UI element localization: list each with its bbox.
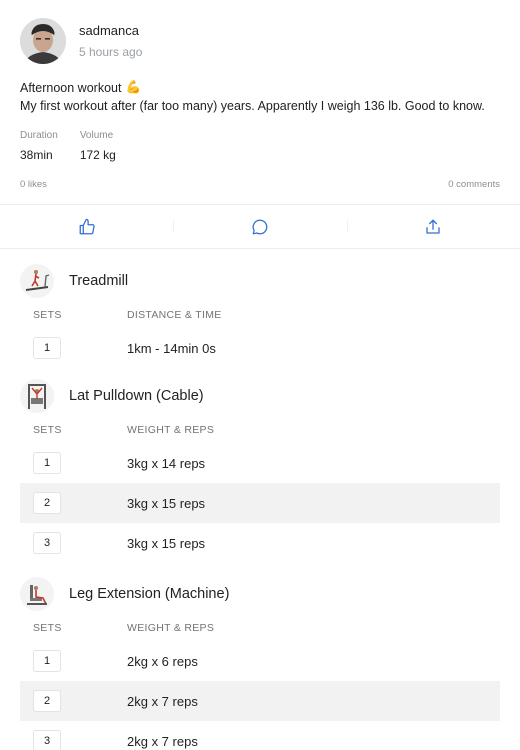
set-number: 2 (33, 492, 61, 514)
set-number: 2 (33, 690, 61, 712)
like-button[interactable] (0, 218, 173, 236)
stat-value: 38min (20, 148, 53, 162)
exercise-card: Treadmill SETS DISTANCE & TIME 1 1km - 1… (0, 262, 520, 368)
set-columns: SETS WEIGHT & REPS (20, 424, 500, 438)
post-actions (0, 205, 520, 249)
user-avatar-icon (20, 18, 66, 64)
stat-value: 172 kg (79, 148, 116, 162)
stat-duration: Duration 38min (20, 130, 58, 162)
engagement-counts: 0 likes 0 comments (20, 179, 500, 190)
set-value: 3kg x 15 reps (127, 535, 206, 551)
set-row: 2 3kg x 15 reps (20, 483, 500, 523)
set-value: 2kg x 7 reps (127, 693, 198, 709)
set-row: 2 2kg x 7 reps (20, 681, 500, 721)
flexed-biceps-icon: 💪 (125, 80, 142, 94)
set-row: 1 1km - 14min 0s (20, 328, 500, 368)
set-number: 3 (33, 730, 61, 750)
leg-extension-icon (20, 577, 54, 611)
post-author: sadmanca 5 hours ago (20, 18, 500, 64)
col-value: WEIGHT & REPS (127, 424, 215, 436)
set-row: 1 2kg x 6 reps (20, 641, 500, 681)
comment-icon (252, 219, 268, 234)
exercise-card: Lat Pulldown (Cable) SETS WEIGHT & REPS … (0, 377, 520, 563)
avatar[interactable] (20, 18, 66, 64)
stat-volume: Volume 172 kg (80, 130, 116, 162)
col-sets: SETS (33, 424, 62, 436)
stat-label: Duration (20, 130, 58, 141)
exercise-name: Treadmill (69, 273, 129, 289)
post-timestamp: 5 hours ago (79, 45, 143, 59)
set-number: 1 (33, 337, 61, 359)
set-value: 2kg x 7 reps (127, 733, 198, 749)
set-columns: SETS DISTANCE & TIME (20, 309, 500, 323)
set-number: 1 (33, 452, 61, 474)
set-number: 1 (33, 650, 61, 672)
lat-pulldown-icon (20, 379, 54, 413)
comments-count[interactable]: 0 comments (448, 179, 500, 190)
username[interactable]: sadmanca (79, 23, 142, 38)
likes-count[interactable]: 0 likes (20, 179, 47, 190)
set-row: 3 3kg x 15 reps (20, 523, 500, 563)
set-value: 3kg x 14 reps (127, 455, 206, 471)
col-sets: SETS (33, 309, 62, 321)
col-value: DISTANCE & TIME (127, 309, 222, 321)
comment-button[interactable] (173, 218, 346, 236)
exercise-card: Leg Extension (Machine) SETS WEIGHT & RE… (0, 575, 520, 750)
set-value: 1km - 14min 0s (127, 340, 216, 356)
set-row: 1 3kg x 14 reps (20, 443, 500, 483)
set-number: 3 (33, 532, 61, 554)
post-title-line: Afternoon workout 💪 (20, 80, 500, 95)
set-row: 3 2kg x 7 reps (20, 721, 500, 750)
exercise-header[interactable]: Leg Extension (Machine) (20, 575, 500, 613)
col-value: WEIGHT & REPS (127, 622, 215, 634)
post-description: My first workout after (far too many) ye… (20, 99, 485, 113)
col-sets: SETS (33, 622, 62, 634)
set-value: 2kg x 6 reps (127, 653, 198, 669)
treadmill-icon (20, 264, 54, 298)
exercise-name: Leg Extension (Machine) (69, 586, 230, 602)
set-columns: SETS WEIGHT & REPS (20, 622, 500, 636)
share-button[interactable] (346, 218, 520, 236)
exercise-name: Lat Pulldown (Cable) (69, 388, 204, 404)
share-icon (426, 219, 440, 234)
exercise-header[interactable]: Lat Pulldown (Cable) (20, 377, 500, 415)
exercise-header[interactable]: Treadmill (20, 262, 500, 300)
stat-label: Volume (79, 130, 114, 141)
workout-post: sadmanca 5 hours ago Afternoon workout 💪… (0, 0, 520, 190)
set-value: 3kg x 15 reps (127, 495, 206, 511)
thumbs-up-icon (79, 218, 95, 234)
workout-stats: Duration 38min Volume 172 kg (20, 130, 500, 162)
post-title: Afternoon workout (20, 80, 122, 95)
